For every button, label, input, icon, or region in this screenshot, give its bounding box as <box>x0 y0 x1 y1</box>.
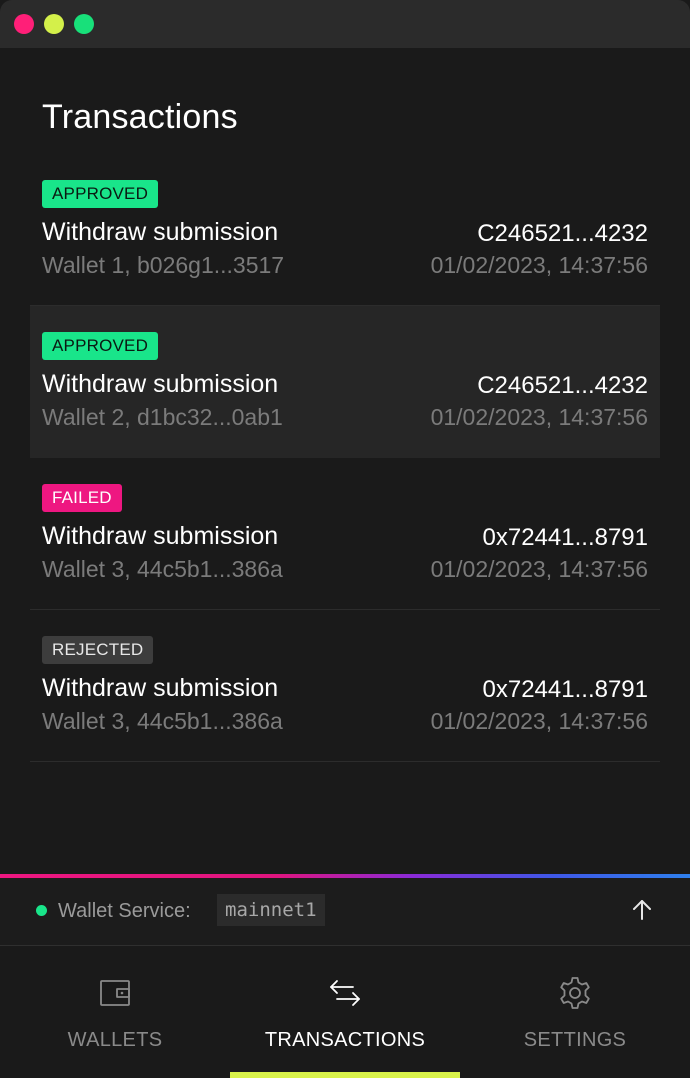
transaction-title: Withdraw submission <box>42 370 279 398</box>
transaction-wallet: Wallet 3, 44c5b1...386a <box>42 556 283 582</box>
page-title: Transactions <box>42 98 238 136</box>
active-tab-indicator <box>230 1072 460 1078</box>
transaction-row[interactable]: FAILED Withdraw submission Wallet 3, 44c… <box>30 458 660 610</box>
service-status-bar: Wallet Service: mainnet1 <box>0 878 690 946</box>
transaction-timestamp: 01/02/2023, 14:37:56 <box>430 556 648 582</box>
status-badge-failed: FAILED <box>42 484 122 512</box>
tab-label: SETTINGS <box>523 1029 627 1051</box>
close-window-button[interactable] <box>14 14 34 34</box>
transaction-timestamp: 01/02/2023, 14:37:56 <box>430 404 648 430</box>
transaction-wallet: Wallet 2, d1bc32...0ab1 <box>42 404 283 430</box>
transaction-wallet: Wallet 3, 44c5b1...386a <box>42 708 283 734</box>
tab-settings[interactable]: SETTINGS <box>460 947 690 1078</box>
tab-label: WALLETS <box>67 1029 163 1051</box>
transaction-title: Withdraw submission <box>42 522 279 550</box>
status-badge-rejected: REJECTED <box>42 636 154 664</box>
transaction-title: Withdraw submission <box>42 218 279 246</box>
transaction-id: 0x72441...8791 <box>482 524 648 551</box>
tab-transactions[interactable]: TRANSACTIONS <box>230 947 460 1078</box>
tab-wallets[interactable]: WALLETS <box>0 947 230 1078</box>
transaction-id: C246521...4232 <box>477 220 648 247</box>
gear-icon <box>557 975 593 1011</box>
title-bar <box>0 0 690 48</box>
minimize-window-button[interactable] <box>44 14 64 34</box>
transaction-row-selected[interactable]: APPROVED Withdraw submission Wallet 2, d… <box>30 306 660 458</box>
arrow-up-icon[interactable] <box>628 896 656 924</box>
zoom-window-button[interactable] <box>74 14 94 34</box>
app-window: Transactions APPROVED Withdraw submissio… <box>0 0 690 1078</box>
transaction-row[interactable]: REJECTED Withdraw submission Wallet 3, 4… <box>30 610 660 762</box>
network-name-chip: mainnet1 <box>217 894 325 926</box>
status-badge-approved: APPROVED <box>42 180 159 208</box>
wallet-icon <box>97 975 133 1011</box>
transaction-timestamp: 01/02/2023, 14:37:56 <box>430 708 648 734</box>
transaction-id: C246521...4232 <box>477 372 648 399</box>
bottom-tab-bar: WALLETS TRANSACTIONS SETTINGS <box>0 947 690 1078</box>
transaction-timestamp: 01/02/2023, 14:37:56 <box>430 252 648 278</box>
service-status-label: Wallet Service: <box>58 900 191 922</box>
transaction-wallet: Wallet 1, b026g1...3517 <box>42 252 285 278</box>
tab-label: TRANSACTIONS <box>264 1029 426 1051</box>
transfer-arrows-icon <box>327 975 363 1011</box>
transaction-title: Withdraw submission <box>42 674 279 702</box>
transaction-list: APPROVED Withdraw submission Wallet 1, b… <box>30 154 660 762</box>
transaction-row[interactable]: APPROVED Withdraw submission Wallet 1, b… <box>30 154 660 306</box>
status-indicator-dot <box>36 905 47 916</box>
status-badge-approved: APPROVED <box>42 332 159 360</box>
transaction-id: 0x72441...8791 <box>482 676 648 703</box>
